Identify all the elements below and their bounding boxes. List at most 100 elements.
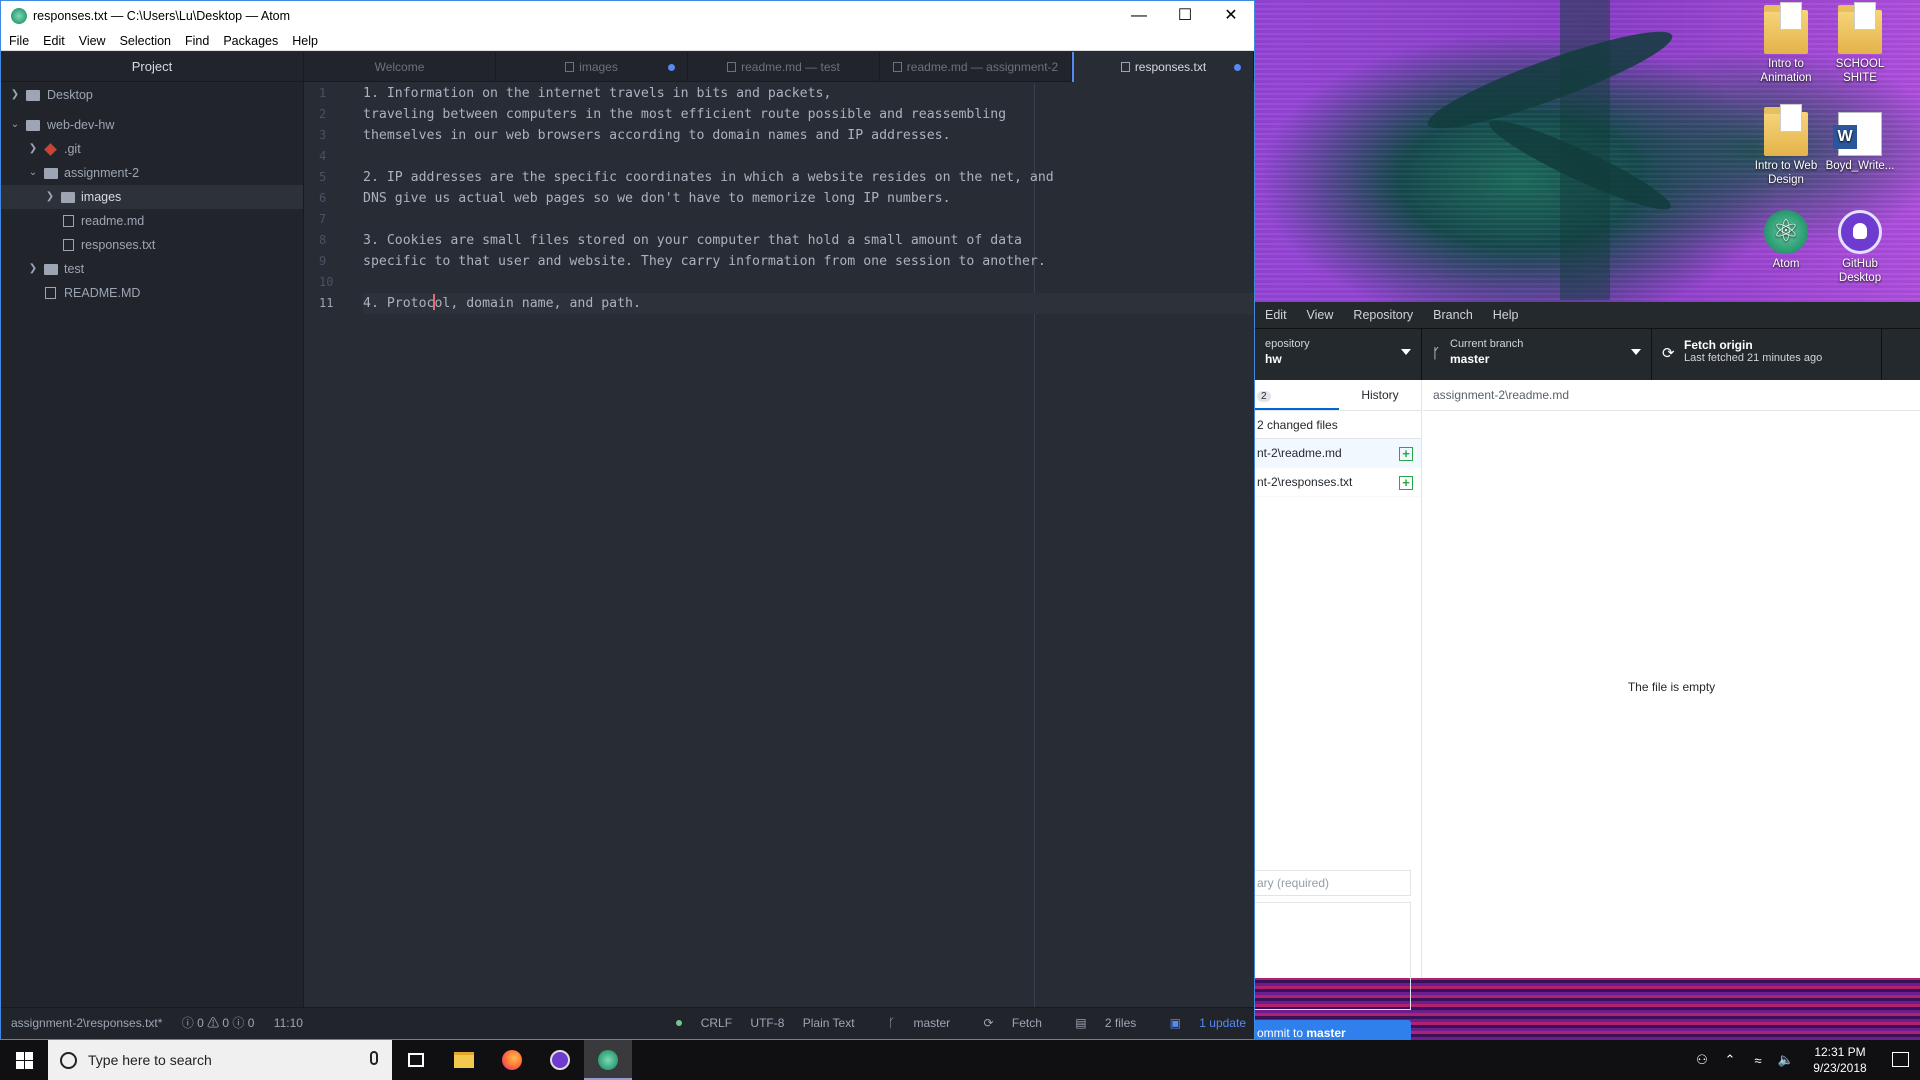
status-file-path[interactable]: assignment-2\responses.txt* <box>11 1016 162 1030</box>
menu-find[interactable]: Find <box>177 34 215 48</box>
tree-item-assignment-2[interactable]: ⌄ assignment-2 <box>1 161 303 185</box>
editor-line[interactable] <box>363 209 1254 230</box>
status-grammar[interactable]: Plain Text <box>803 1016 855 1030</box>
file-icon: ▤ <box>1075 1016 1090 1030</box>
github-desktop-taskbar-button[interactable] <box>536 1040 584 1080</box>
tab-label: images <box>579 60 618 74</box>
tab-history[interactable]: History <box>1339 380 1421 410</box>
status-diagnostics[interactable]: ⓘ 0 ⚠ 0 ⓘ 0 <box>182 1016 255 1030</box>
tree-item-readme-uppercase[interactable]: README.MD <box>1 281 303 305</box>
task-view-icon <box>408 1053 424 1067</box>
status-branch[interactable]: ᚴ master <box>873 1016 950 1030</box>
editor-line[interactable]: 2. IP addresses are the specific coordin… <box>363 167 1254 188</box>
tree-item-git[interactable]: ❯ .git <box>1 137 303 161</box>
tab-welcome[interactable]: Welcome <box>304 52 496 82</box>
network-icon[interactable]: ≈ <box>1744 1053 1772 1068</box>
status-encoding[interactable]: UTF-8 <box>750 1016 784 1030</box>
ghd-menu-edit[interactable]: Edit <box>1255 308 1297 322</box>
atom-taskbar-button[interactable] <box>584 1040 632 1080</box>
folder-icon <box>1838 2 1882 54</box>
desktop-icon-atom[interactable]: ⚛ Atom <box>1748 210 1824 271</box>
status-line-ending[interactable]: CRLF <box>701 1016 732 1030</box>
editor-line[interactable]: 3. Cookies are small files stored on you… <box>363 230 1254 251</box>
editor-line[interactable]: themselves in our web browsers according… <box>363 125 1254 146</box>
commit-summary-input[interactable]: ary (required) <box>1255 870 1411 896</box>
clock[interactable]: 12:31 PM 9/23/2018 <box>1800 1044 1880 1076</box>
file-icon <box>63 215 74 227</box>
changed-file-row[interactable]: nt-2\readme.md + <box>1255 439 1421 468</box>
chevron-right-icon: ❯ <box>10 89 20 100</box>
chevron-down-icon <box>1401 349 1411 355</box>
tab-images[interactable]: images <box>496 52 688 82</box>
line-number: 6 <box>319 191 327 205</box>
status-git-files[interactable]: ▤ 2 files <box>1060 1016 1136 1030</box>
microphone-icon[interactable] <box>370 1051 378 1065</box>
editor-line[interactable] <box>363 146 1254 167</box>
tab-responses-txt[interactable]: responses.txt <box>1072 52 1254 82</box>
repository-label: epository <box>1265 338 1310 350</box>
editor-line[interactable]: 1. Information on the internet travels i… <box>363 83 1254 104</box>
current-repository-button[interactable]: epository hw <box>1255 329 1422 380</box>
tree-item-images[interactable]: ❯ images <box>1 185 303 209</box>
people-icon[interactable]: ⚇ <box>1688 1052 1716 1068</box>
tree-item-label: web-dev-hw <box>47 118 115 132</box>
menu-view[interactable]: View <box>71 34 112 48</box>
status-fetch-button[interactable]: ⟳ Fetch <box>968 1016 1041 1030</box>
ghd-sidebar: 2 History 2 changed files nt-2\readme.md… <box>1255 380 1422 1046</box>
desktop-icon-boyd-write[interactable]: W Boyd_Write... <box>1822 112 1898 173</box>
desktop-icon-school-shite[interactable]: SCHOOL SHITE <box>1822 2 1898 85</box>
editor-line[interactable] <box>363 272 1254 293</box>
tree-item-desktop[interactable]: ❯ Desktop <box>1 83 303 107</box>
editor-line[interactable]: specific to that user and website. They … <box>363 251 1254 272</box>
atom-titlebar[interactable]: responses.txt — C:\Users\Lu\Desktop — At… <box>1 1 1254 31</box>
file-explorer-button[interactable] <box>440 1040 488 1080</box>
firefox-button[interactable] <box>488 1040 536 1080</box>
menu-file[interactable]: File <box>1 34 35 48</box>
editor-line[interactable]: DNS give us actual web pages so we don't… <box>363 188 1254 209</box>
status-updates[interactable]: ▣ 1 update <box>1155 1016 1246 1030</box>
tree-item-test[interactable]: ❯ test <box>1 257 303 281</box>
tab-changes[interactable]: 2 <box>1255 380 1339 410</box>
taskbar-search-box[interactable]: Type here to search <box>48 1040 392 1080</box>
tree-item-web-dev-hw[interactable]: ⌄ web-dev-hw <box>1 113 303 137</box>
commit-button-label: ommit to <box>1257 1026 1307 1040</box>
tree-item-readme-md[interactable]: readme.md <box>1 209 303 233</box>
status-cursor-position[interactable]: 11:10 <box>274 1016 303 1030</box>
text-editor[interactable]: 1 2 3 4 5 6 7 8 9 10 11 1. Information on the inte… <box>304 83 1254 1008</box>
ghd-menu-branch[interactable]: Branch <box>1423 308 1483 322</box>
ghd-menu-repository[interactable]: Repository <box>1343 308 1423 322</box>
minimize-icon[interactable]: — <box>1116 1 1162 31</box>
current-branch-button[interactable]: ᚴ Current branch master <box>1422 329 1652 380</box>
maximize-icon[interactable]: ☐ <box>1162 1 1208 31</box>
project-tree-header[interactable]: Project <box>1 52 303 82</box>
editor-lines[interactable]: 1. Information on the internet travels i… <box>363 83 1254 314</box>
close-icon[interactable]: ✕ <box>1208 1 1254 31</box>
changed-file-row[interactable]: nt-2\responses.txt + <box>1255 468 1421 497</box>
tree-item-responses-txt[interactable]: responses.txt <box>1 233 303 257</box>
task-view-button[interactable] <box>392 1040 440 1080</box>
tab-readme-test[interactable]: readme.md — test <box>688 52 880 82</box>
menu-edit[interactable]: Edit <box>35 34 71 48</box>
file-icon <box>63 239 74 251</box>
menu-help[interactable]: Help <box>284 34 324 48</box>
changed-files-header[interactable]: 2 changed files <box>1255 411 1421 439</box>
commit-description-input[interactable] <box>1255 902 1411 1010</box>
desktop-icon-github-desktop[interactable]: GitHub Desktop <box>1822 210 1898 285</box>
notification-icon[interactable] <box>1880 1040 1920 1080</box>
ghd-toolbar: epository hw ᚴ Current branch master ⟳ F… <box>1255 328 1920 380</box>
ghd-menu-help[interactable]: Help <box>1483 308 1529 322</box>
line-number: 1 <box>319 86 327 100</box>
volume-icon[interactable]: 🔈 <box>1772 1052 1800 1068</box>
menu-selection[interactable]: Selection <box>112 34 177 48</box>
ghd-menu-view[interactable]: View <box>1297 308 1344 322</box>
menu-packages[interactable]: Packages <box>215 34 284 48</box>
desktop-icon-intro-to-web-design[interactable]: Intro to Web Design <box>1748 104 1824 187</box>
fetch-origin-button[interactable]: ⟳ Fetch origin Last fetched 21 minutes a… <box>1652 329 1882 380</box>
windows-start-button[interactable] <box>0 1040 48 1080</box>
editor-line[interactable]: traveling between computers in the most … <box>363 104 1254 125</box>
tab-readme-assignment-2[interactable]: readme.md — assignment-2 <box>880 52 1072 82</box>
desktop-icon-intro-to-animation[interactable]: Intro to Animation <box>1748 2 1824 85</box>
branch-icon: ᚴ <box>1432 345 1441 361</box>
chevron-up-icon[interactable]: ⌃ <box>1716 1052 1744 1068</box>
editor-line[interactable]: 4. Protocol, domain name, and path. <box>363 293 1254 314</box>
